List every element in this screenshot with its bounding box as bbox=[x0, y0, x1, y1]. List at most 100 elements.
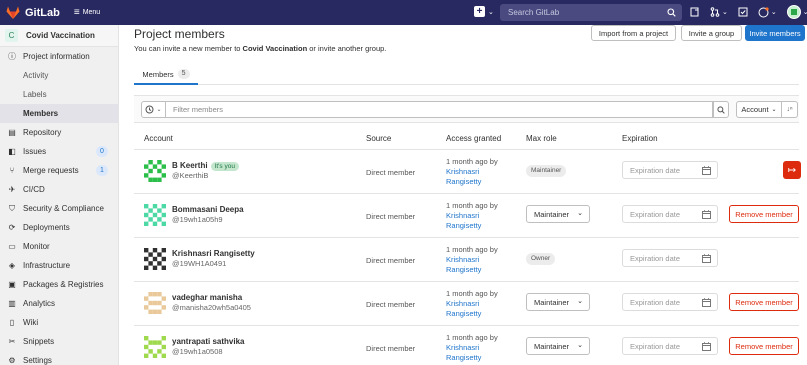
todos-nav-icon[interactable] bbox=[738, 7, 748, 17]
access-granted-text: 1 month ago by bbox=[446, 201, 498, 210]
granter-link[interactable]: Rangisetty bbox=[446, 309, 481, 318]
new-dropdown-button[interactable]: + ⌄ bbox=[474, 6, 494, 17]
column-max-role: Max role bbox=[526, 134, 557, 143]
invite-hint-prefix: You can invite a new member to bbox=[134, 44, 243, 53]
granter-link[interactable]: Rangisetty bbox=[446, 265, 481, 274]
granter-link[interactable]: Rangisetty bbox=[446, 177, 481, 186]
calendar-icon bbox=[702, 166, 711, 175]
granter-link[interactable]: Krishnasri bbox=[446, 343, 479, 352]
hamburger-icon: ≡ bbox=[73, 6, 80, 18]
sidebar-item-snippets[interactable]: ✂ Snippets bbox=[0, 332, 118, 351]
avatar[interactable] bbox=[144, 204, 166, 226]
infrastructure-icon: ◈ bbox=[8, 261, 16, 270]
member-name[interactable]: B Keerthi It's you bbox=[172, 161, 239, 171]
max-role-select[interactable]: Maintainer ⌄ bbox=[526, 293, 590, 311]
members-tabs: Members 5 bbox=[134, 65, 799, 85]
member-source: Direct member bbox=[366, 212, 416, 221]
avatar[interactable] bbox=[144, 336, 166, 358]
sidebar-item-label: Snippets bbox=[23, 337, 55, 346]
sidebar-item-ci-cd[interactable]: ✈ CI/CD bbox=[0, 180, 118, 199]
import-from-project-button[interactable]: Import from a project bbox=[591, 25, 676, 41]
sidebar-item-monitor[interactable]: ▭ Monitor bbox=[0, 237, 118, 256]
recent-searches-button[interactable]: ⌄ bbox=[141, 101, 166, 118]
sidebar-item-packages-registries[interactable]: ▣ Packages & Registries bbox=[0, 275, 118, 294]
calendar-icon bbox=[702, 342, 711, 351]
sidebar-item-analytics[interactable]: ▥ Analytics bbox=[0, 294, 118, 313]
calendar-icon bbox=[702, 210, 711, 219]
sidebar-item-issues[interactable]: ◧ Issues 0 bbox=[0, 142, 118, 161]
avatar[interactable] bbox=[144, 248, 166, 270]
expiration-date-input[interactable]: Expiration date bbox=[622, 337, 718, 355]
granter-link[interactable]: Krishnasri bbox=[446, 299, 479, 308]
tab-members-count: 5 bbox=[177, 69, 190, 79]
issues-icon: ◧ bbox=[8, 147, 16, 156]
sidebar-item-wiki[interactable]: ▯ Wiki bbox=[0, 313, 118, 332]
sidebar-item-repository[interactable]: ▤ Repository bbox=[0, 123, 118, 142]
granter-link[interactable]: Krishnasri bbox=[446, 255, 479, 264]
sidebar-item-labels[interactable]: Labels bbox=[0, 85, 118, 104]
filter-search-button[interactable] bbox=[713, 101, 729, 118]
rocket-icon: ✈ bbox=[8, 185, 16, 194]
max-role-badge: Owner bbox=[526, 253, 556, 265]
remove-member-button[interactable]: Remove member bbox=[729, 205, 799, 223]
remove-member-button[interactable]: Remove member bbox=[729, 293, 799, 311]
member-name-text: yantrapati sathvika bbox=[172, 337, 245, 346]
menu-button[interactable]: ≡ Menu bbox=[73, 6, 100, 18]
sidebar-project-header[interactable]: C Covid Vaccination bbox=[0, 25, 118, 47]
avatar[interactable] bbox=[144, 292, 166, 314]
chevron-down-icon: ⌄ bbox=[577, 342, 583, 349]
sidebar-item-members[interactable]: Members bbox=[0, 104, 118, 123]
member-name-text: Krishnasri Rangisetty bbox=[172, 249, 255, 258]
search-input[interactable]: Search GitLab bbox=[500, 4, 682, 21]
invite-members-button[interactable]: Invite members bbox=[745, 25, 805, 41]
expiration-date-input[interactable]: Expiration date bbox=[622, 293, 718, 311]
sidebar-item-settings[interactable]: ⚙ Settings bbox=[0, 351, 118, 365]
sidebar-item-deployments[interactable]: ⟳ Deployments bbox=[0, 218, 118, 237]
granter-link[interactable]: Rangisetty bbox=[446, 353, 481, 362]
filter-members-input[interactable]: Filter members bbox=[166, 101, 713, 118]
sidebar-nav: ⓘ Project information Activity Labels Member… bbox=[0, 47, 118, 365]
granter-link[interactable]: Krishnasri bbox=[446, 211, 479, 220]
access-granted-text: 1 month ago by bbox=[446, 245, 498, 254]
expiration-date-input[interactable]: Expiration date bbox=[622, 205, 718, 223]
tab-members[interactable]: Members 5 bbox=[134, 65, 198, 85]
sidebar-item-label: Labels bbox=[23, 90, 47, 99]
help-nav-button[interactable]: ⌄ bbox=[758, 6, 777, 18]
top-navbar: GitLab ≡ Menu + ⌄ Search GitLab ⌄ ⌄ ⌄ bbox=[0, 0, 807, 25]
granter-link[interactable]: Krishnasri bbox=[446, 167, 479, 176]
sidebar-item-label: Settings bbox=[23, 356, 52, 365]
sidebar-item-infrastructure[interactable]: ◈ Infrastructure bbox=[0, 256, 118, 275]
search-icon bbox=[717, 105, 725, 114]
merge-requests-nav-button[interactable]: ⌄ bbox=[710, 7, 728, 17]
member-source: Direct member bbox=[366, 168, 416, 177]
gitlab-logo[interactable]: GitLab bbox=[6, 6, 60, 19]
issues-nav-icon[interactable] bbox=[690, 7, 700, 17]
sidebar-item-merge-requests[interactable]: ⑂ Merge requests 1 bbox=[0, 161, 118, 180]
sidebar-item-activity[interactable]: Activity bbox=[0, 66, 118, 85]
member-name[interactable]: yantrapati sathvika bbox=[172, 337, 244, 346]
invite-group-button[interactable]: Invite a group bbox=[681, 25, 742, 41]
expiration-placeholder: Expiration date bbox=[630, 297, 681, 307]
member-name[interactable]: Bommasani Deepa bbox=[172, 205, 244, 214]
sidebar-item-project-information[interactable]: ⓘ Project information bbox=[0, 47, 118, 66]
member-name[interactable]: vadeghar manisha bbox=[172, 293, 242, 302]
user-avatar-button[interactable]: ⌄ bbox=[786, 5, 807, 19]
table-header: Account Source Access granted Max role E… bbox=[134, 130, 799, 150]
max-role-select[interactable]: Maintainer ⌄ bbox=[526, 337, 590, 355]
column-account: Account bbox=[144, 134, 173, 143]
shield-icon: ⛉ bbox=[9, 203, 15, 213]
sidebar-item-security-compliance[interactable]: ⛉ Security & Compliance bbox=[0, 199, 118, 218]
column-expiration: Expiration bbox=[622, 134, 658, 143]
sort-direction-button[interactable]: ↓ⁿ bbox=[782, 101, 798, 118]
remove-member-button[interactable]: Remove member bbox=[729, 337, 799, 355]
sort-dropdown[interactable]: Account ⌄ bbox=[736, 101, 782, 118]
avatar[interactable] bbox=[144, 160, 166, 182]
tab-members-label: Members bbox=[142, 69, 174, 79]
leave-project-button[interactable]: ↦ bbox=[783, 161, 801, 179]
avatar bbox=[786, 5, 801, 19]
granter-link[interactable]: Rangisetty bbox=[446, 221, 481, 230]
access-granted-text: 1 month ago by bbox=[446, 333, 498, 342]
member-name-text: Bommasani Deepa bbox=[172, 205, 244, 214]
max-role-select[interactable]: Maintainer ⌄ bbox=[526, 205, 590, 223]
member-name[interactable]: Krishnasri Rangisetty bbox=[172, 249, 255, 258]
